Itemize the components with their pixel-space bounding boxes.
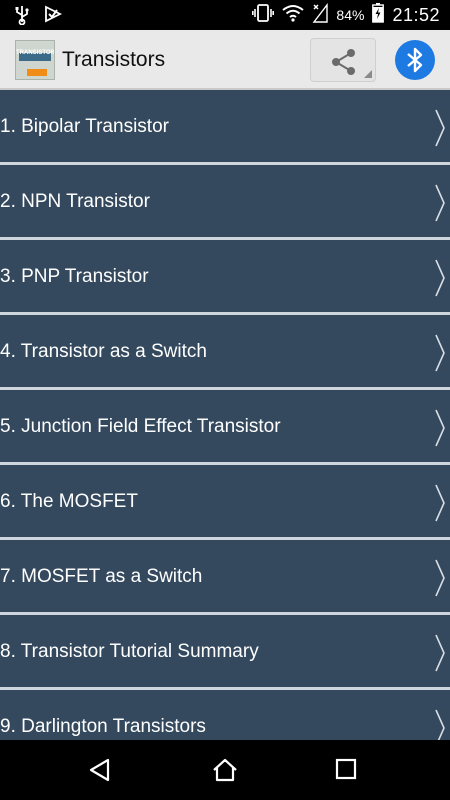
- chevron-right-icon: [435, 559, 445, 597]
- topic-list: 1. Bipolar Transistor 2. NPN Transistor …: [0, 90, 450, 740]
- list-item[interactable]: 1. Bipolar Transistor: [0, 90, 450, 162]
- battery-percent: 84%: [336, 7, 365, 23]
- download-check-icon: [44, 5, 63, 30]
- usb-icon: [14, 5, 30, 30]
- list-item[interactable]: 9. Darlington Transistors: [0, 690, 450, 740]
- chevron-right-icon: [435, 109, 445, 147]
- recents-icon[interactable]: [335, 758, 357, 780]
- list-item-label: 1. Bipolar Transistor: [0, 116, 169, 137]
- navigation-bar: [0, 740, 450, 800]
- share-button[interactable]: [310, 38, 376, 82]
- app-logo-text: TRANSISTORS: [16, 50, 55, 56]
- list-item[interactable]: 6. The MOSFET: [0, 465, 450, 537]
- list-item[interactable]: 7. MOSFET as a Switch: [0, 540, 450, 612]
- list-item-label: 2. NPN Transistor: [0, 191, 150, 212]
- chevron-right-icon: [435, 484, 445, 522]
- share-icon: [332, 49, 355, 75]
- bluetooth-button[interactable]: [395, 40, 435, 80]
- list-item-label: 8. Transistor Tutorial Summary: [0, 641, 259, 662]
- list-item-label: 7. MOSFET as a Switch: [0, 566, 203, 587]
- list-item[interactable]: 2. NPN Transistor: [0, 165, 450, 237]
- list-item-label: 9. Darlington Transistors: [0, 716, 206, 737]
- chevron-right-icon: [435, 259, 445, 297]
- app-logo: TRANSISTORS: [15, 40, 55, 80]
- battery-charging-icon: [372, 2, 385, 28]
- home-icon[interactable]: [212, 758, 238, 782]
- list-item[interactable]: 4. Transistor as a Switch: [0, 315, 450, 387]
- wifi-icon: [282, 4, 305, 27]
- list-item-label: 5. Junction Field Effect Transistor: [0, 416, 281, 437]
- list-item-label: 6. The MOSFET: [0, 491, 138, 512]
- chevron-right-icon: [435, 409, 445, 447]
- chevron-right-icon: [435, 634, 445, 672]
- no-signal-icon: [312, 2, 329, 28]
- vibrate-icon: [252, 3, 275, 27]
- list-item-label: 4. Transistor as a Switch: [0, 341, 207, 362]
- chevron-right-icon: [435, 184, 445, 222]
- chevron-right-icon: [435, 709, 445, 740]
- app-bar: TRANSISTORS Transistors: [0, 30, 450, 90]
- clock: 21:52: [392, 4, 440, 25]
- list-item[interactable]: 8. Transistor Tutorial Summary: [0, 615, 450, 687]
- app-title: Transistors: [62, 48, 166, 71]
- list-item[interactable]: 3. PNP Transistor: [0, 240, 450, 312]
- chevron-right-icon: [435, 334, 445, 372]
- bluetooth-icon: [407, 47, 423, 73]
- list-item[interactable]: 5. Junction Field Effect Transistor: [0, 390, 450, 462]
- status-bar: 84% 21:52: [0, 0, 450, 30]
- list-item-label: 3. PNP Transistor: [0, 266, 149, 287]
- back-icon[interactable]: [88, 758, 112, 782]
